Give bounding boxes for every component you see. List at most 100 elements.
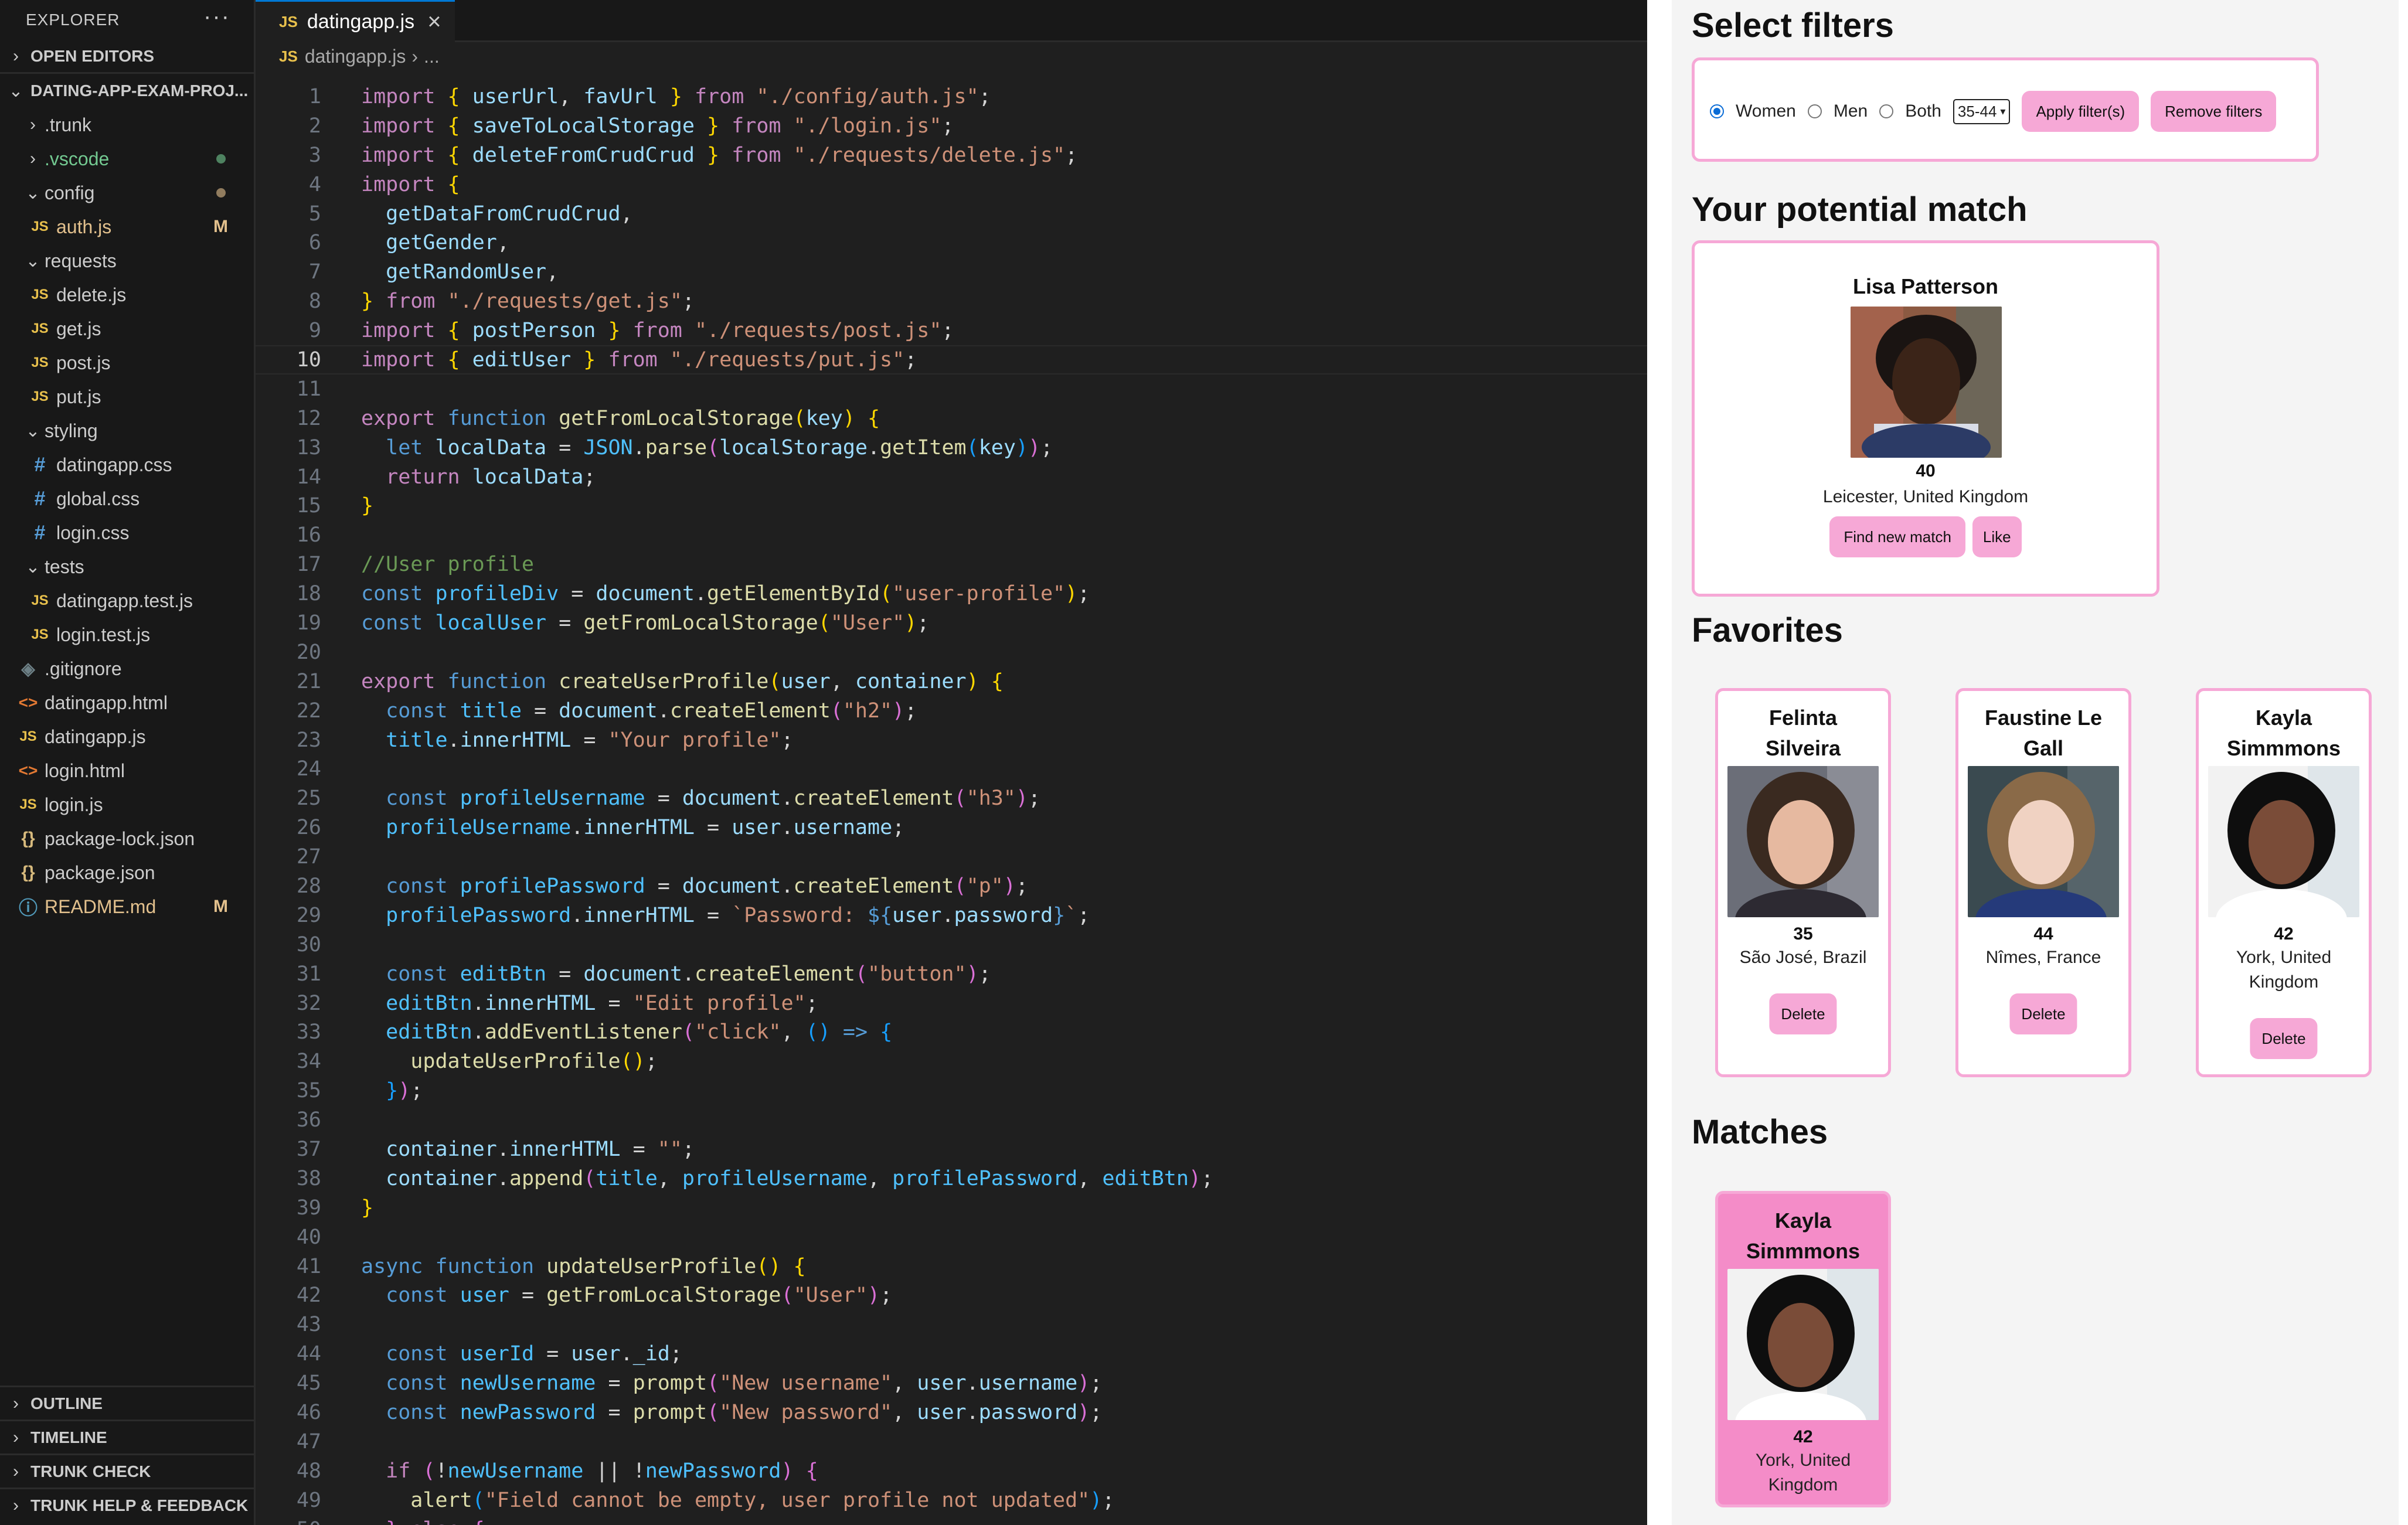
tree-item-put-js[interactable]: JS put.js xyxy=(0,380,254,414)
project-folder-section[interactable]: ⌄ DATING-APP-EXAM-PROJ... xyxy=(0,74,254,108)
tree-item-login-html[interactable]: <> login.html xyxy=(0,754,254,788)
tree-item-auth-js[interactable]: JS auth.js M xyxy=(0,210,254,244)
code-line[interactable]: 48 if (!newUsername || !newPassword) { xyxy=(256,1456,1647,1486)
code-line[interactable]: 22 const title = document.createElement(… xyxy=(256,696,1647,726)
remove-filters-button[interactable]: Remove filters xyxy=(2151,91,2277,132)
age-range-select[interactable]: 35-44 ▾ xyxy=(1953,98,2011,124)
code-line[interactable]: 4 import { xyxy=(256,170,1647,199)
code-line[interactable]: 41 async function updateUserProfile() { xyxy=(256,1252,1647,1281)
code-line[interactable]: 7 getRandomUser, xyxy=(256,257,1647,287)
radio-men[interactable] xyxy=(1807,104,1822,118)
code-line[interactable]: 50 } else { xyxy=(256,1515,1647,1525)
tab-datingapp-js[interactable]: JS datingapp.js × xyxy=(256,0,455,42)
code-line[interactable]: 31 const editBtn = document.createElemen… xyxy=(256,959,1647,989)
code-line[interactable]: 43 xyxy=(256,1310,1647,1339)
code-line[interactable]: 47 xyxy=(256,1427,1647,1456)
outline-section[interactable]: › OUTLINE xyxy=(0,1386,254,1420)
tree-item-requests[interactable]: ⌄ requests xyxy=(0,244,254,278)
like-button[interactable]: Like xyxy=(1972,516,2022,557)
tree-item-package-lock-json[interactable]: {} package-lock.json xyxy=(0,822,254,856)
tree-item-post-js[interactable]: JS post.js xyxy=(0,346,254,380)
more-actions-icon[interactable]: ··· xyxy=(203,4,230,30)
code-line[interactable]: 25 const profileUsername = document.crea… xyxy=(256,784,1647,813)
tree-item-tests[interactable]: ⌄ tests xyxy=(0,550,254,584)
code-line[interactable]: 15} xyxy=(256,491,1647,520)
code-line[interactable]: 3 import { deleteFromCrudCrud } from "./r… xyxy=(256,141,1647,170)
code-line[interactable]: 1 import { userUrl, favUrl } from "./conf… xyxy=(256,82,1647,111)
code-line[interactable]: 27 xyxy=(256,842,1647,872)
tree-item-login-css[interactable]: # login.css xyxy=(0,516,254,550)
radio-both[interactable] xyxy=(1879,104,1894,118)
code-line[interactable]: 37 container.innerHTML = ""; xyxy=(256,1135,1647,1164)
delete-favorite-button[interactable]: Delete xyxy=(2009,993,2077,1034)
code-line[interactable]: 38 container.append(title, profileUserna… xyxy=(256,1164,1647,1193)
code-line[interactable]: 39} xyxy=(256,1193,1647,1223)
code-line[interactable]: 46 const newPassword = prompt("New passw… xyxy=(256,1398,1647,1427)
delete-favorite-button[interactable]: Delete xyxy=(2250,1018,2318,1059)
tree-item-readme-md[interactable]: ⓘ README.md M xyxy=(0,890,254,924)
code-line[interactable]: 20 xyxy=(256,638,1647,667)
tree-item-config[interactable]: ⌄ config xyxy=(0,176,254,210)
tree-item-delete-js[interactable]: JS delete.js xyxy=(0,278,254,312)
code-line[interactable]: 36 xyxy=(256,1105,1647,1135)
code-line[interactable]: 32 editBtn.innerHTML = "Edit profile"; xyxy=(256,989,1647,1018)
code-line[interactable]: 11 xyxy=(256,375,1647,404)
tree-item-package-json[interactable]: {} package.json xyxy=(0,856,254,890)
tree-item-global-css[interactable]: # global.css xyxy=(0,482,254,516)
close-icon[interactable]: × xyxy=(427,9,441,35)
tree-item-vscode[interactable]: › .vscode xyxy=(0,142,254,176)
code-line[interactable]: 14 return localData; xyxy=(256,462,1647,492)
apply-filters-button[interactable]: Apply filter(s) xyxy=(2022,91,2140,132)
code-line[interactable]: 26 profileUsername.innerHTML = user.user… xyxy=(256,813,1647,842)
trunk-check-section[interactable]: › TRUNK CHECK xyxy=(0,1453,254,1487)
code-line[interactable]: 5 getDataFromCrudCrud, xyxy=(256,199,1647,229)
code-line[interactable]: 9 import { postPerson } from "./requests/… xyxy=(256,316,1647,345)
line-number: 15 xyxy=(296,494,321,518)
code-line[interactable]: 12 export function getFromLocalStorage(ke… xyxy=(256,404,1647,433)
code-line[interactable]: 17 //User profile xyxy=(256,550,1647,579)
code-line[interactable]: 8} from "./requests/get.js"; xyxy=(256,287,1647,316)
code-line[interactable]: 18 const profileDiv = document.getElement… xyxy=(256,579,1647,608)
code-line[interactable]: 44 const userId = user._id; xyxy=(256,1339,1647,1369)
code-line[interactable]: 13 let localData = JSON.parse(localStora… xyxy=(256,433,1647,462)
code-line[interactable]: 24 xyxy=(256,754,1647,784)
code-line[interactable]: 10 import { editUser } from "./requests/p… xyxy=(256,345,1647,375)
code-line[interactable]: 35 }); xyxy=(256,1076,1647,1105)
tree-item-datingapp-js[interactable]: JS datingapp.js xyxy=(0,720,254,754)
tree-item-trunk[interactable]: › .trunk xyxy=(0,108,254,142)
breadcrumb-more[interactable]: ... xyxy=(424,46,440,67)
code-line[interactable]: 42 const user = getFromLocalStorage("Use… xyxy=(256,1281,1647,1310)
code-line[interactable]: 40 xyxy=(256,1223,1647,1252)
trunk-help-section[interactable]: › TRUNK HELP & FEEDBACK xyxy=(0,1487,254,1521)
code-line[interactable]: 28 const profilePassword = document.crea… xyxy=(256,872,1647,901)
code-line[interactable]: 33 editBtn.addEventListener("click", () … xyxy=(256,1018,1647,1047)
tree-item-styling[interactable]: ⌄ styling xyxy=(0,414,254,448)
tree-item-datingapp-html[interactable]: <> datingapp.html xyxy=(0,686,254,720)
timeline-section[interactable]: › TIMELINE xyxy=(0,1420,254,1453)
breadcrumb-file[interactable]: datingapp.js xyxy=(305,46,406,67)
code-line[interactable]: 23 title.innerHTML = "Your profile"; xyxy=(256,726,1647,755)
code-area[interactable]: 1 import { userUrl, favUrl } from "./conf… xyxy=(256,82,1647,1525)
code-line[interactable]: 49 alert("Field cannot be empty, user pr… xyxy=(256,1486,1647,1515)
find-new-match-button[interactable]: Find new match xyxy=(1829,516,1965,557)
tree-item-gitignore[interactable]: ◈ .gitignore xyxy=(0,652,254,686)
code-line[interactable]: 34 updateUserProfile(); xyxy=(256,1047,1647,1076)
code-line[interactable]: 45 const newUsername = prompt("New usern… xyxy=(256,1369,1647,1398)
tree-item-login-test-js[interactable]: JS login.test.js xyxy=(0,618,254,652)
code-line[interactable]: 19 const localUser = getFromLocalStorage(… xyxy=(256,608,1647,638)
code-line[interactable]: 16 xyxy=(256,520,1647,550)
code-line[interactable]: 21 export function createUserProfile(user… xyxy=(256,667,1647,696)
tree-item-login-js[interactable]: JS login.js xyxy=(0,788,254,822)
code-line[interactable]: 29 profilePassword.innerHTML = `Password… xyxy=(256,901,1647,930)
tree-item-label: post.js xyxy=(56,352,111,373)
tree-item-datingapp-test-js[interactable]: JS datingapp.test.js xyxy=(0,584,254,618)
radio-women[interactable] xyxy=(1710,104,1724,118)
code-line[interactable]: 2 import { saveToLocalStorage } from "./l… xyxy=(256,111,1647,141)
code-line[interactable]: 6 getGender, xyxy=(256,228,1647,257)
tree-item-datingapp-css[interactable]: # datingapp.css xyxy=(0,448,254,482)
delete-favorite-button[interactable]: Delete xyxy=(1769,993,1837,1034)
code-line[interactable]: 30 xyxy=(256,930,1647,959)
potential-match-heading: Your potential match xyxy=(1692,190,2028,229)
tree-item-get-js[interactable]: JS get.js xyxy=(0,312,254,346)
open-editors-section[interactable]: › OPEN EDITORS xyxy=(0,40,254,74)
